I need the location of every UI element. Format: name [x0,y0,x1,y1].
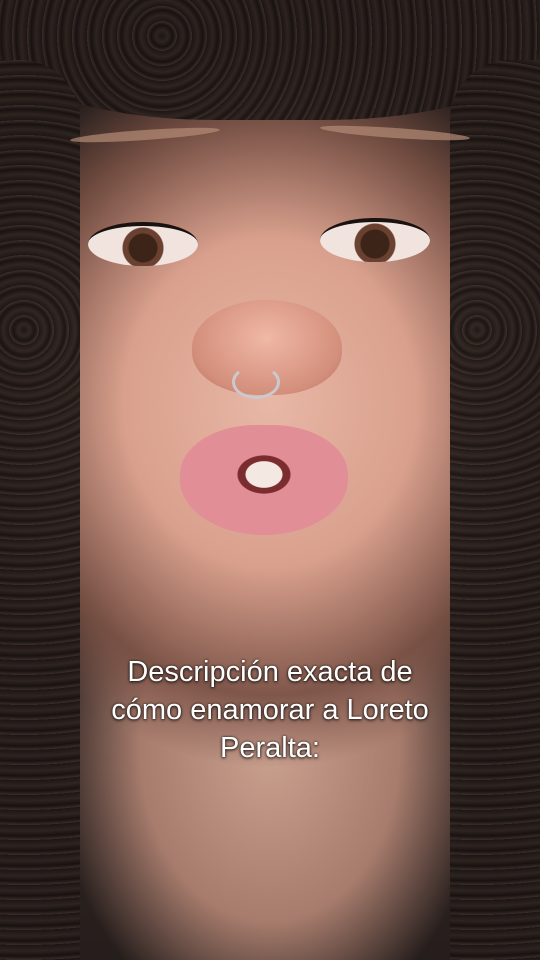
left-eye [88,222,198,266]
caption-line-2: cómo enamorar a Loreto [111,694,429,726]
septum-ring [232,365,280,399]
caption-line-1: Descripción exacta de [127,656,413,688]
right-eyebrow [319,122,471,144]
left-eyebrow [69,124,221,146]
overlay-caption: Descripción exacta de cómo enamorar a Lo… [60,653,480,767]
hair-left [0,60,80,960]
mouth [180,425,348,535]
hair-right [450,60,540,960]
caption-line-3: Peralta: [220,732,320,764]
video-frame: Descripción exacta de cómo enamorar a Lo… [0,0,540,960]
right-eye [320,218,430,262]
